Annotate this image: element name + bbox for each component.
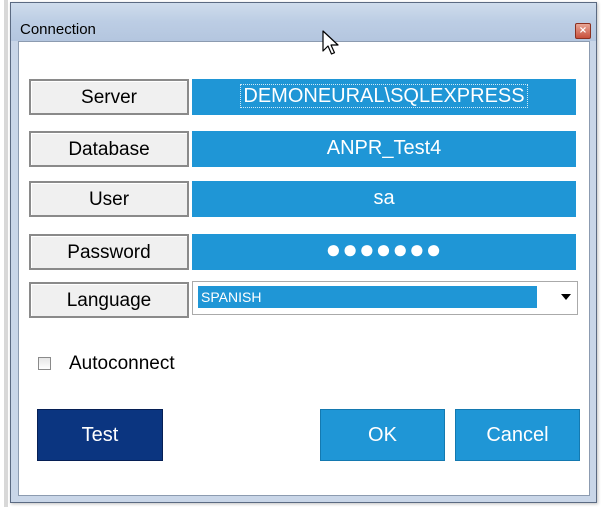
password-mask: ●●●●●●● [325, 234, 443, 264]
close-icon[interactable]: × [575, 23, 591, 39]
ok-button[interactable]: OK [320, 409, 445, 461]
language-select[interactable]: SPANISH [192, 281, 578, 315]
database-field[interactable]: ANPR_Test4 [192, 131, 576, 167]
autoconnect-label[interactable]: Autoconnect [69, 353, 175, 375]
dialog-title: Connection [20, 21, 96, 38]
title-bar[interactable]: Connection × [11, 3, 596, 41]
background-strip [0, 0, 8, 507]
chevron-down-icon[interactable] [561, 294, 571, 300]
password-field[interactable]: ●●●●●●● [192, 234, 576, 270]
password-label: Password [29, 234, 189, 270]
cancel-button[interactable]: Cancel [455, 409, 580, 461]
language-label: Language [29, 282, 189, 318]
server-label: Server [29, 79, 189, 115]
user-field[interactable]: sa [192, 181, 576, 217]
autoconnect-checkbox[interactable] [38, 357, 51, 370]
user-label: User [29, 181, 189, 217]
server-field[interactable]: DEMONEURAL\SQLEXPRESS [192, 79, 576, 115]
language-selected-value: SPANISH [198, 286, 537, 308]
test-button[interactable]: Test [37, 409, 163, 461]
database-label: Database [29, 131, 189, 167]
server-value: DEMONEURAL\SQLEXPRESS [240, 84, 528, 108]
mouse-cursor-icon [322, 30, 339, 55]
